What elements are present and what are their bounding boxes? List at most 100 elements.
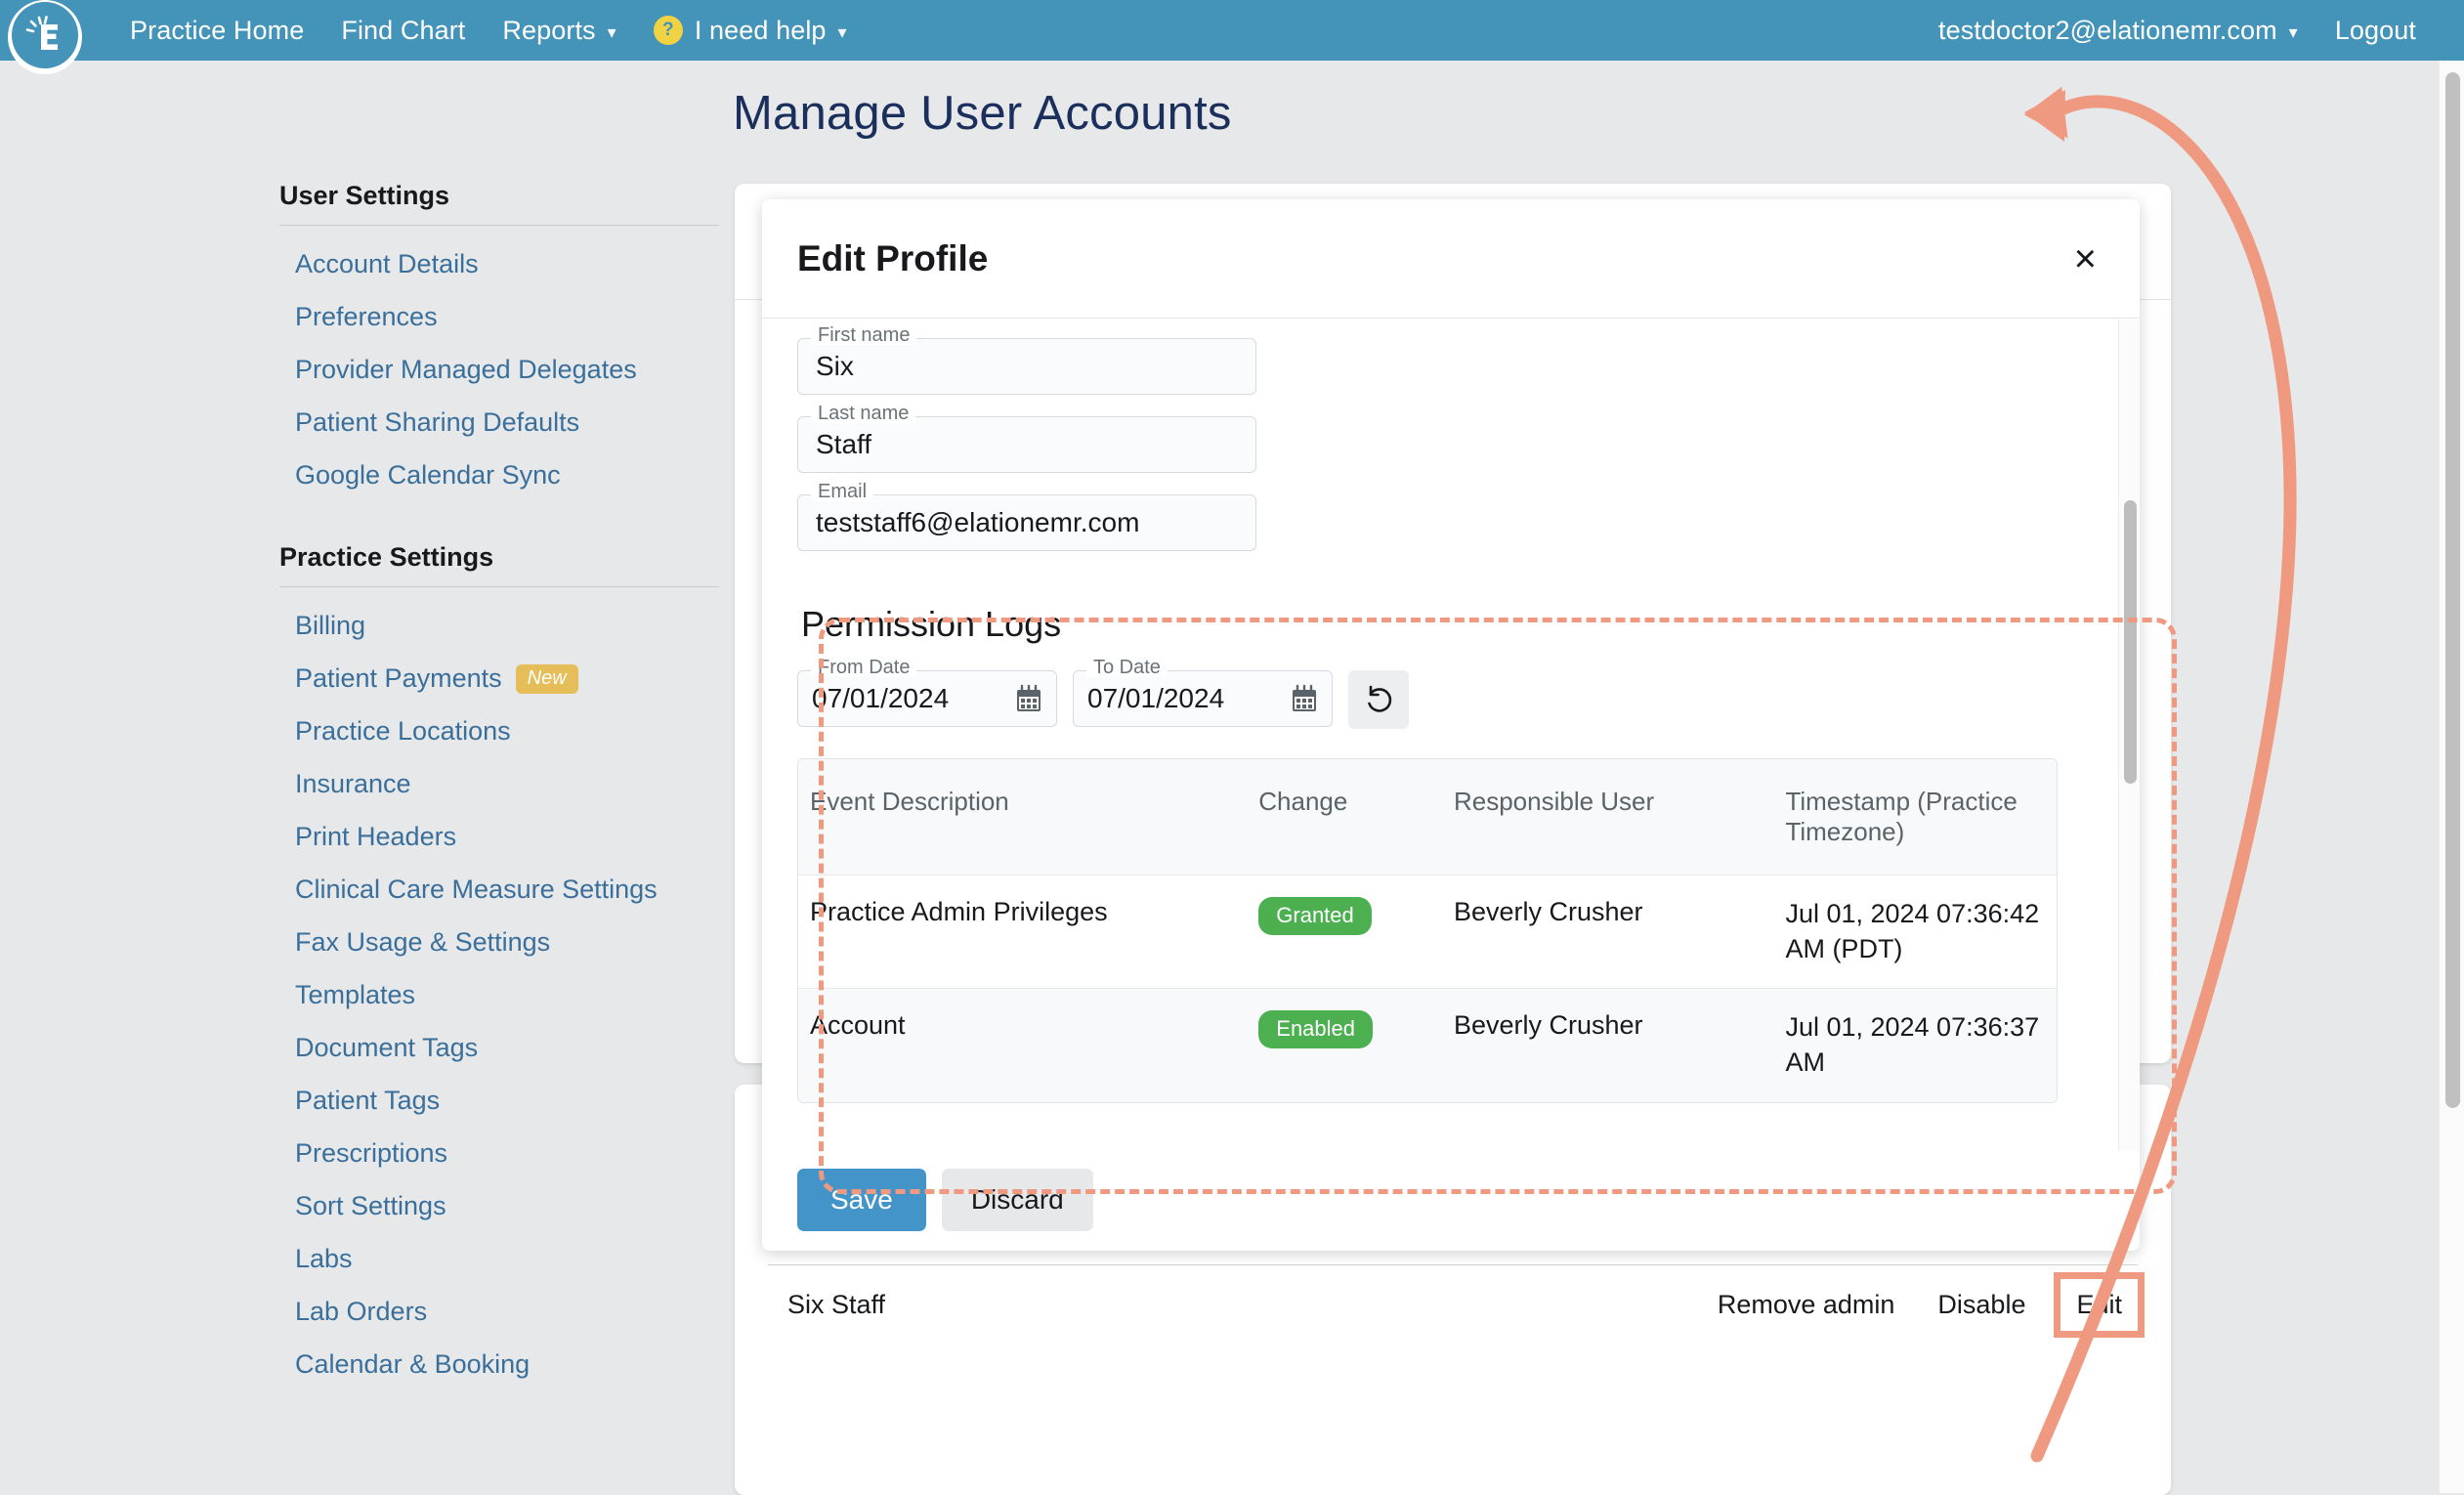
modal-scrollbar-thumb[interactable]	[2124, 500, 2137, 784]
to-date-value: 07/01/2024	[1087, 683, 1225, 713]
sidebar-item-clinical-care-measure-settings[interactable]: Clinical Care Measure Settings	[279, 863, 719, 916]
sidebar-item-google-calendar-sync[interactable]: Google Calendar Sync	[279, 448, 719, 501]
sidebar-item-label: Lab Orders	[295, 1296, 428, 1326]
email-input[interactable]: teststaff6@elationemr.com	[797, 494, 1256, 551]
responsible-user: Beverly Crusher	[1453, 1010, 1643, 1041]
table-row: Practice Admin Privileges Granted Beverl…	[798, 875, 2057, 988]
first-name-value: Six	[816, 351, 854, 381]
sidebar-item-label: Prescriptions	[295, 1137, 448, 1168]
page-scrollbar-thumb[interactable]	[2445, 72, 2460, 1108]
sidebar-item-templates[interactable]: Templates	[279, 968, 719, 1021]
sidebar-item-fax-usage-settings[interactable]: Fax Usage & Settings	[279, 916, 719, 968]
change-cell: Enabled	[1247, 1010, 1442, 1080]
sidebar-item-print-headers[interactable]: Print Headers	[279, 810, 719, 863]
column-header-timestamp: Timestamp (Practice Timezone)	[1785, 787, 2018, 846]
change-cell: Granted	[1247, 897, 1442, 966]
sidebar-item-calendar-booking[interactable]: Calendar & Booking	[279, 1338, 719, 1390]
table-row: Account Enabled Beverly Crusher Jul 01, …	[798, 988, 2057, 1102]
sidebar-item-sort-settings[interactable]: Sort Settings	[279, 1179, 719, 1232]
from-date-field[interactable]: 07/01/2024 From Date	[797, 658, 1057, 727]
sidebar-item-account-details[interactable]: Account Details	[279, 237, 719, 290]
calendar-icon[interactable]	[1291, 684, 1318, 713]
nav-item-label: Practice Home	[130, 15, 305, 45]
sidebar-item-billing[interactable]: Billing	[279, 599, 719, 652]
timestamp: Jul 01, 2024 07:36:42 AM (PDT)	[1785, 899, 2040, 963]
sidebar-item-label: Patient Tags	[295, 1085, 441, 1115]
date-filter-row: 07/01/2024 From Date 07/01/2024 To Date	[797, 658, 2104, 729]
logout-link[interactable]: Logout	[2316, 16, 2435, 46]
account-menu[interactable]: testdoctor2@elationemr.com ▾	[1920, 16, 2316, 46]
sidebar-item-label: Clinical Care Measure Settings	[295, 874, 658, 904]
nav-item-reports[interactable]: Reports ▾	[484, 16, 634, 46]
sidebar-item-lab-orders[interactable]: Lab Orders	[279, 1285, 719, 1338]
sidebar-heading-practice-settings: Practice Settings	[279, 542, 719, 587]
settings-sidebar: User Settings Account Details Preference…	[279, 181, 719, 1390]
calendar-icon[interactable]	[1015, 684, 1042, 713]
refresh-counterclockwise-icon[interactable]	[1348, 670, 1409, 729]
sidebar-item-label: Provider Managed Delegates	[295, 354, 637, 384]
last-name-input[interactable]: Staff	[797, 416, 1256, 473]
nav-item-i-need-help[interactable]: ? I need help ▾	[635, 16, 866, 46]
sidebar-item-insurance[interactable]: Insurance	[279, 757, 719, 810]
status-badge: Granted	[1258, 897, 1372, 935]
event-description: Practice Admin Privileges	[810, 897, 1108, 926]
sidebar-item-document-tags[interactable]: Document Tags	[279, 1021, 719, 1074]
permission-logs-title: Permission Logs	[801, 604, 1062, 644]
question-mark-icon: ?	[653, 16, 683, 45]
column-header-responsible-user: Responsible User	[1453, 787, 1655, 816]
sidebar-item-prescriptions[interactable]: Prescriptions	[279, 1127, 719, 1179]
event-description: Account	[810, 1010, 906, 1041]
email-field[interactable]: teststaff6@elationemr.com Email	[797, 482, 1256, 551]
to-date-input[interactable]: 07/01/2024	[1073, 670, 1333, 727]
sidebar-item-patient-sharing-defaults[interactable]: Patient Sharing Defaults	[279, 396, 719, 448]
discard-button[interactable]: Discard	[941, 1169, 1093, 1231]
permission-logs-section: Permission Logs 07/01/2024 From Date 07/…	[797, 580, 2104, 1125]
close-icon[interactable]: ×	[2066, 235, 2104, 282]
sidebar-item-label: Templates	[295, 979, 416, 1009]
logout-label: Logout	[2334, 15, 2416, 45]
edit-profile-modal: Edit Profile × Six First name Staff Last…	[762, 199, 2140, 1251]
status-badge: Enabled	[1258, 1010, 1374, 1049]
from-date-input[interactable]: 07/01/2024	[797, 670, 1057, 727]
responsible-user: Beverly Crusher	[1453, 897, 1643, 926]
from-date-label: From Date	[811, 658, 917, 677]
sidebar-item-patient-tags[interactable]: Patient Tags	[279, 1074, 719, 1127]
nav-links: Practice Home Find Chart Reports ▾ ? I n…	[111, 16, 866, 46]
nav-item-label: I need help	[694, 15, 827, 45]
sidebar-item-label: Google Calendar Sync	[295, 459, 561, 490]
disable-link[interactable]: Disable	[1937, 1290, 2025, 1320]
edit-link-highlighted[interactable]: Edit	[2054, 1272, 2145, 1338]
email-label: Email	[811, 482, 874, 501]
last-name-value: Staff	[816, 429, 872, 459]
elation-logo[interactable]	[0, 0, 94, 74]
to-date-field[interactable]: 07/01/2024 To Date	[1073, 658, 1333, 727]
first-name-field[interactable]: Six First name	[797, 325, 1256, 395]
chevron-down-icon: ▾	[2288, 21, 2298, 42]
sidebar-item-label: Practice Locations	[295, 715, 511, 746]
sidebar-item-practice-locations[interactable]: Practice Locations	[279, 705, 719, 757]
sidebar-item-patient-payments[interactable]: Patient Payments New	[279, 652, 719, 705]
sidebar-item-preferences[interactable]: Preferences	[279, 290, 719, 343]
page-title: Manage User Accounts	[733, 87, 1232, 140]
table-header-row: Event Description Change Responsible Use…	[798, 759, 2057, 875]
sidebar-item-label: Document Tags	[295, 1032, 479, 1062]
modal-scrollbar[interactable]	[2118, 320, 2140, 1151]
sidebar-item-labs[interactable]: Labs	[279, 1232, 719, 1285]
sidebar-item-label: Print Headers	[295, 821, 457, 851]
page-scrollbar[interactable]	[2439, 61, 2464, 1493]
sidebar-item-provider-managed-delegates[interactable]: Provider Managed Delegates	[279, 343, 719, 396]
reset-arrow-glyph	[1368, 685, 1392, 712]
first-name-input[interactable]: Six	[797, 338, 1256, 395]
sidebar-item-label: Labs	[295, 1243, 353, 1273]
elation-e-icon	[25, 16, 58, 50]
last-name-field[interactable]: Staff Last name	[797, 404, 1256, 473]
sidebar-heading-user-settings: User Settings	[279, 181, 719, 226]
nav-item-practice-home[interactable]: Practice Home	[111, 16, 322, 46]
remove-admin-link[interactable]: Remove admin	[1718, 1290, 1895, 1320]
save-button[interactable]: Save	[797, 1169, 926, 1231]
chevron-down-icon: ▾	[607, 21, 616, 42]
sidebar-item-label: Fax Usage & Settings	[295, 926, 551, 957]
modal-header: Edit Profile ×	[762, 199, 2140, 319]
nav-item-find-chart[interactable]: Find Chart	[322, 16, 484, 46]
chevron-down-icon: ▾	[837, 21, 847, 42]
